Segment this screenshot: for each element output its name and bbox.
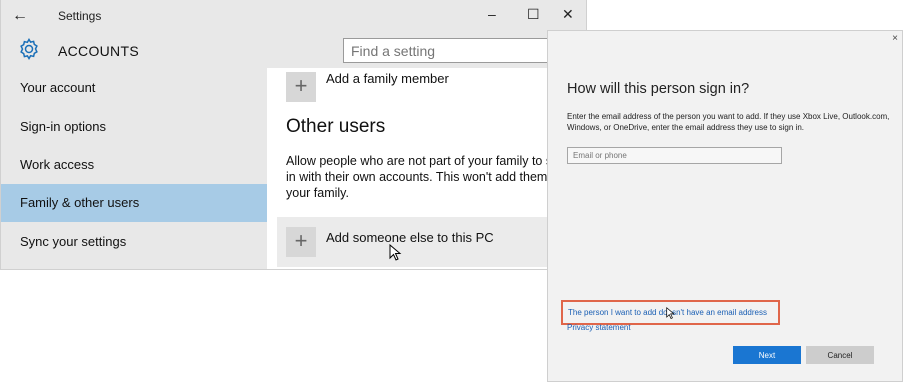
settings-header: ACCOUNTS	[1, 32, 586, 68]
title-bar: ← Settings – ☐ ✕	[1, 0, 586, 32]
mouse-cursor-icon	[389, 244, 402, 261]
email-field[interactable]	[567, 147, 782, 164]
sidebar-item-sync-settings[interactable]: Sync your settings	[1, 223, 267, 261]
dialog-title: How will this person sign in?	[567, 81, 750, 97]
description-line: your family.	[286, 186, 349, 200]
sidebar-item-family-other-users[interactable]: Family & other users	[1, 184, 267, 222]
sidebar: Your account Sign-in options Work access…	[1, 68, 267, 269]
privacy-statement-link[interactable]: Privacy statement	[567, 323, 631, 332]
mouse-cursor-icon	[666, 307, 675, 319]
main-content: + Add a family member Other users Allow …	[267, 68, 586, 269]
back-arrow-icon[interactable]: ←	[12, 7, 28, 25]
highlight-box: The person I want to add doesn't have an…	[561, 300, 780, 325]
minimize-button[interactable]: –	[488, 6, 496, 22]
settings-window: ← Settings – ☐ ✕ ACCOUNTS Your account S…	[0, 0, 587, 270]
section-title: ACCOUNTS	[58, 43, 139, 59]
search-input[interactable]	[343, 38, 553, 63]
dialog-description: Enter the email address of the person yo…	[567, 112, 890, 132]
window-title: Settings	[58, 9, 102, 23]
add-family-member-link[interactable]: Add a family member	[326, 71, 449, 86]
description-line: Allow people who are not part of your fa…	[286, 154, 555, 168]
gear-icon	[20, 38, 38, 60]
other-users-heading: Other users	[286, 116, 386, 137]
other-users-description: Allow people who are not part of your fa…	[286, 153, 586, 201]
sidebar-item-work-access[interactable]: Work access	[1, 146, 267, 184]
add-someone-plus-icon[interactable]: +	[286, 227, 316, 257]
close-button[interactable]: ✕	[562, 6, 574, 23]
sidebar-item-your-account[interactable]: Your account	[1, 69, 267, 107]
next-button[interactable]: Next	[733, 346, 801, 364]
sign-in-dialog: × How will this person sign in? Enter th…	[547, 30, 903, 382]
add-someone-else-label[interactable]: Add someone else to this PC	[326, 230, 494, 245]
dialog-close-icon[interactable]: ×	[892, 33, 898, 44]
maximize-button[interactable]: ☐	[527, 6, 540, 23]
cancel-button[interactable]: Cancel	[806, 346, 874, 364]
sidebar-item-sign-in-options[interactable]: Sign-in options	[1, 108, 267, 146]
description-line: in with their own accounts. This won't a…	[286, 170, 555, 184]
add-someone-else-row[interactable]: + Add someone else to this PC	[277, 217, 586, 267]
add-family-plus-icon[interactable]: +	[286, 72, 316, 102]
